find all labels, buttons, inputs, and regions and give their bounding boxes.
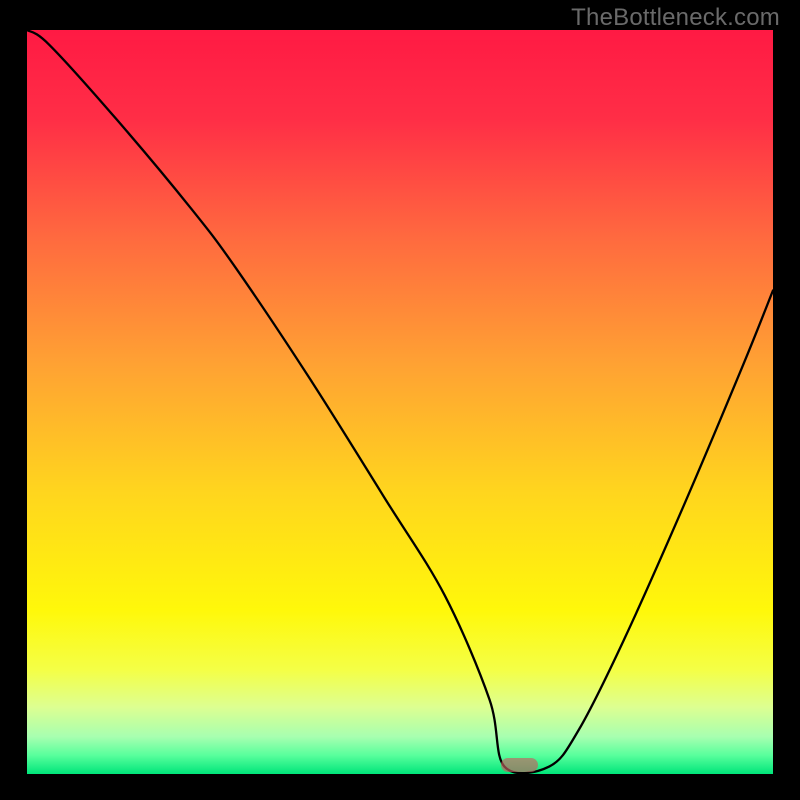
watermark-text: TheBottleneck.com bbox=[571, 4, 780, 32]
plot-area bbox=[27, 30, 773, 774]
bottleneck-curve bbox=[27, 30, 773, 774]
chart-frame: TheBottleneck.com bbox=[0, 0, 800, 800]
optimal-zone-marker bbox=[501, 758, 538, 771]
